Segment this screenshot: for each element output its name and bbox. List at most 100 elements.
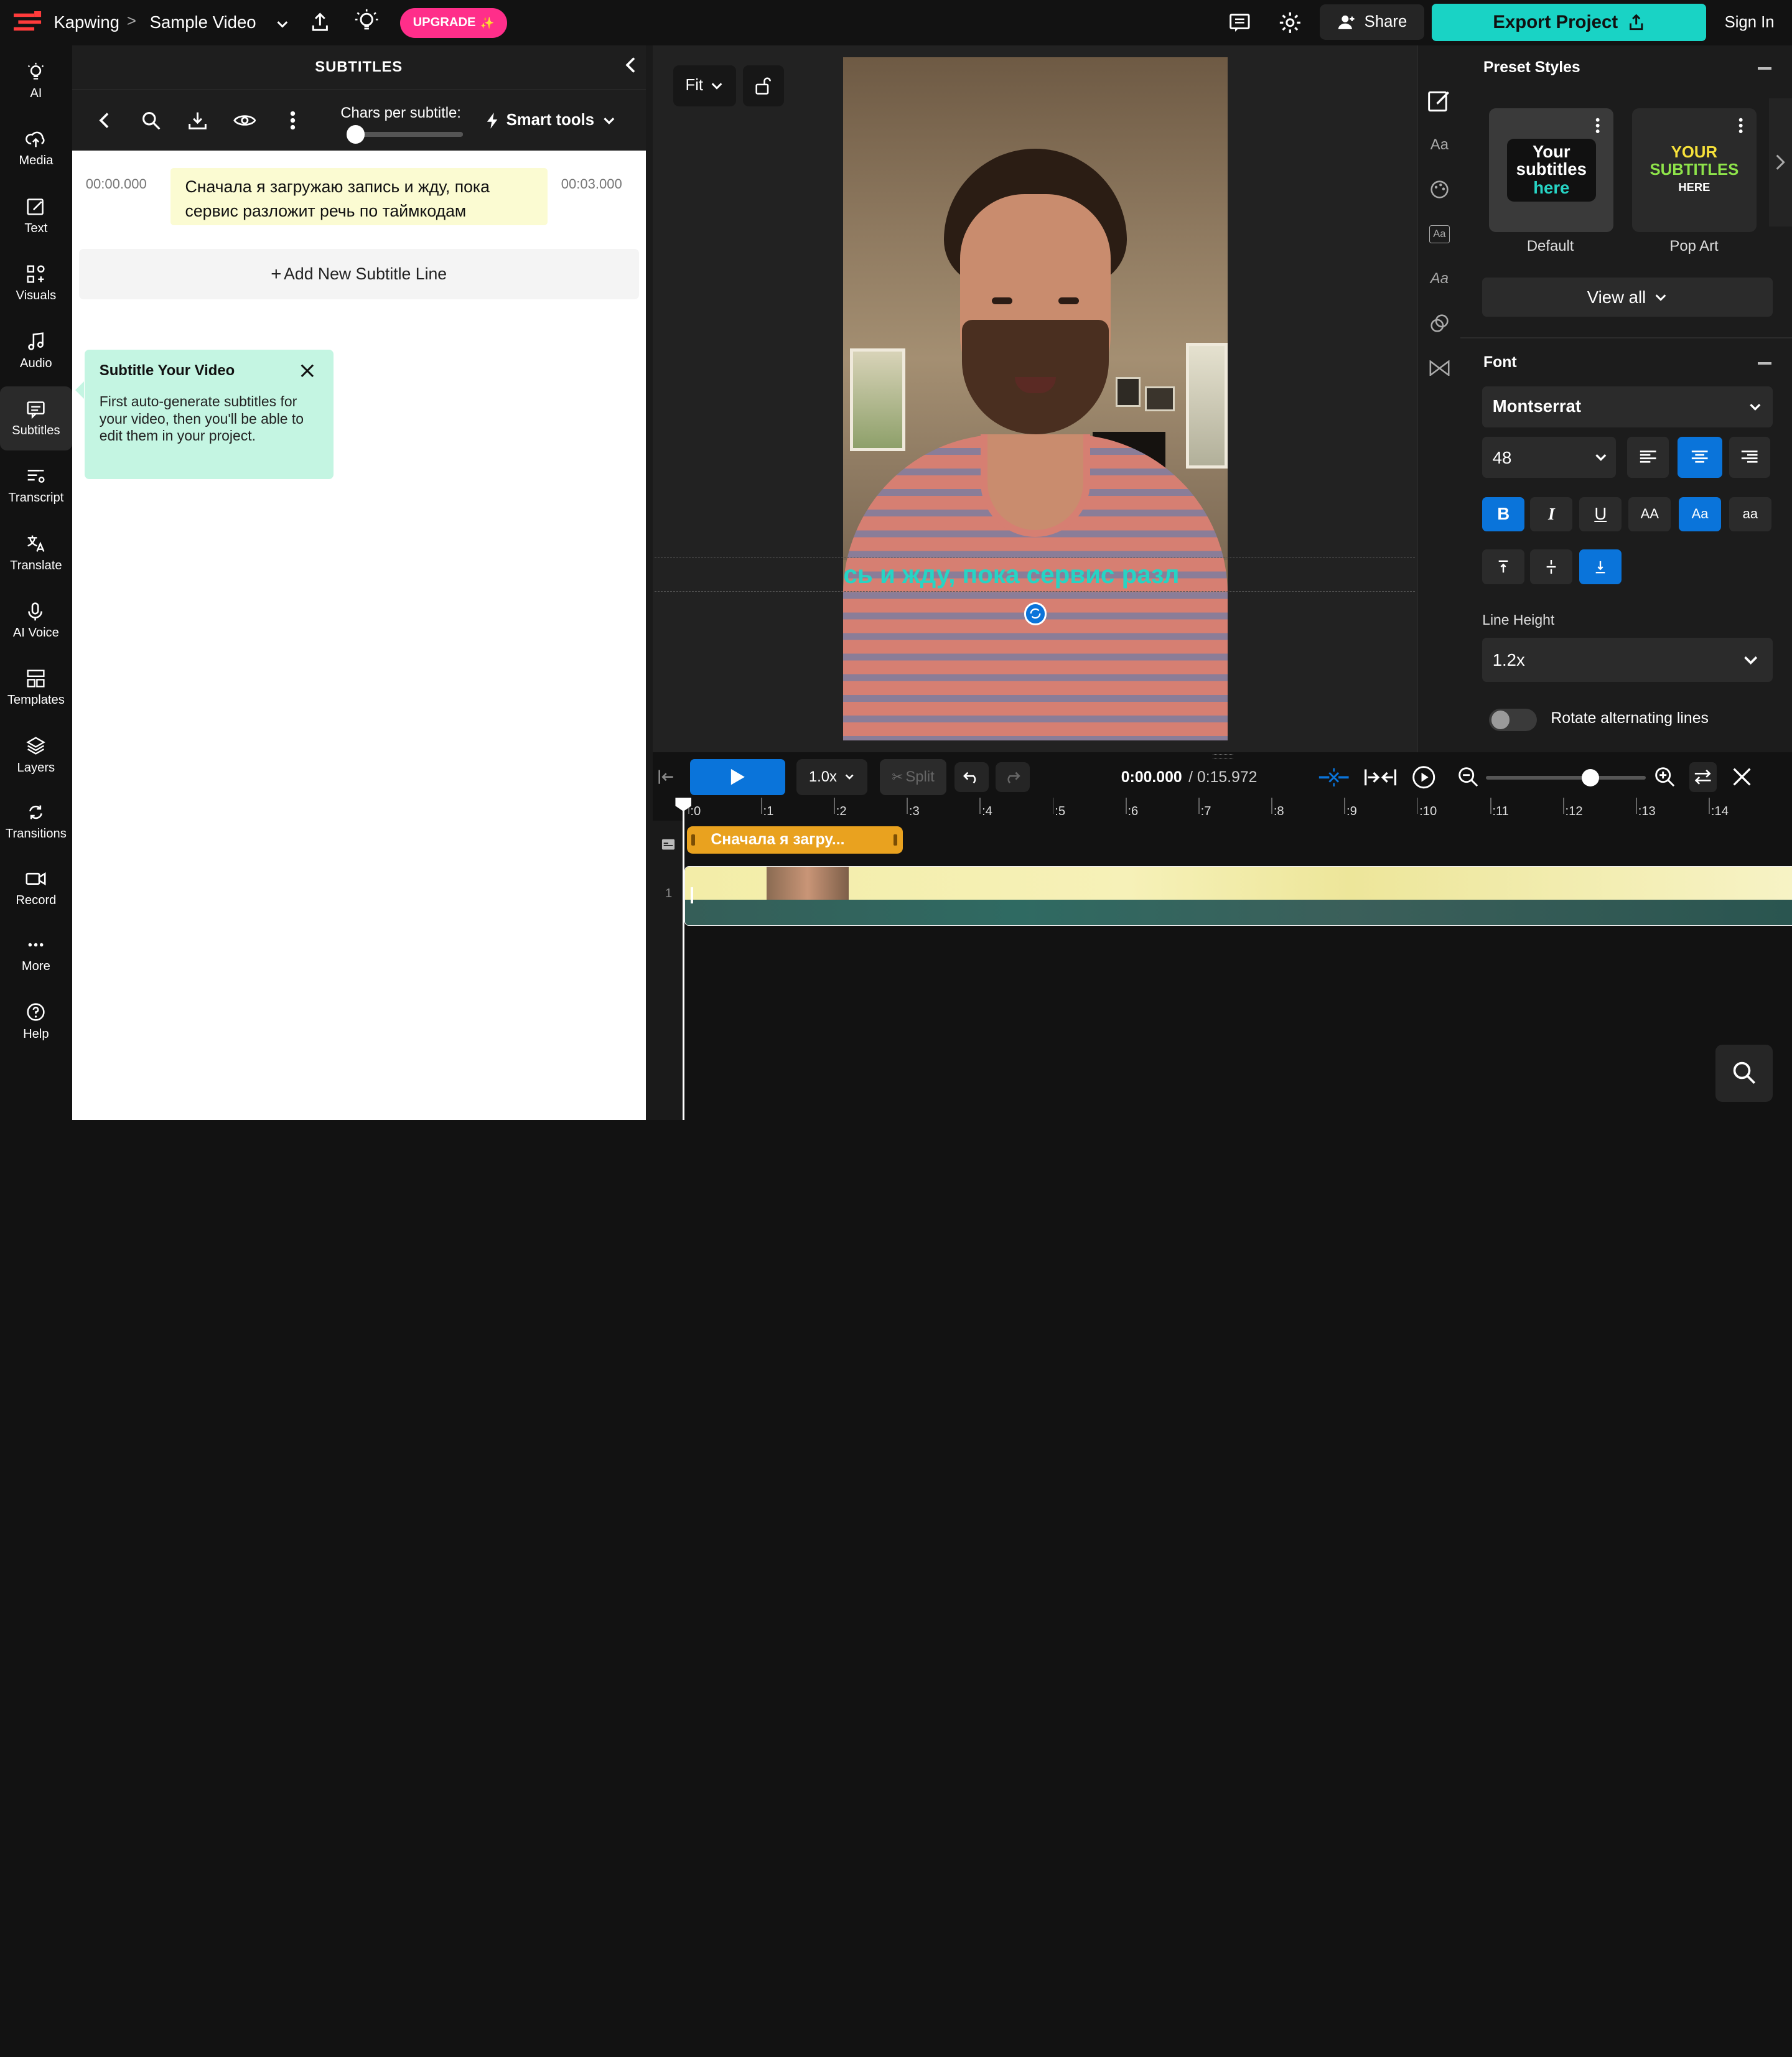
- templates-icon: [27, 669, 45, 688]
- close-icon[interactable]: [299, 362, 315, 378]
- subtitle-text-box[interactable]: Сначала я загружаю запись и жду, пока се…: [170, 167, 548, 225]
- nav-item-more[interactable]: More: [0, 922, 72, 986]
- subtitle-start-time[interactable]: 00:00.000: [86, 176, 147, 192]
- unlock-icon[interactable]: [742, 65, 784, 106]
- presets-next-arrow[interactable]: [1769, 98, 1792, 226]
- align-right-button[interactable]: [1729, 436, 1771, 478]
- titlecase-button[interactable]: Aa: [1679, 497, 1722, 532]
- transition-icon[interactable]: [1426, 354, 1453, 381]
- ruler-tick-mark: [834, 798, 835, 814]
- upgrade-button[interactable]: UPGRADE ✨: [399, 7, 508, 38]
- project-name[interactable]: Sample Video: [150, 12, 256, 32]
- lowercase-label: aa: [1742, 506, 1758, 522]
- collapse-font-icon[interactable]: [1757, 362, 1771, 365]
- eye-icon[interactable]: [231, 107, 258, 134]
- video-clip[interactable]: [684, 866, 1792, 926]
- align-center-button[interactable]: [1678, 436, 1722, 478]
- back-arrow-icon[interactable]: [90, 107, 118, 134]
- kebab-menu-icon[interactable]: [1595, 118, 1600, 139]
- font-size-dropdown[interactable]: 48: [1482, 436, 1617, 478]
- chevron-down-icon[interactable]: [274, 16, 291, 32]
- nav-item-record[interactable]: Record: [0, 856, 72, 920]
- preset-pop-art[interactable]: YOUR SUBTITLES HERE: [1631, 108, 1757, 232]
- rotate-handle-icon[interactable]: [1024, 602, 1047, 625]
- kapwing-logo-icon[interactable]: [14, 11, 44, 34]
- font-title: Font: [1483, 354, 1517, 371]
- view-all-button[interactable]: View all: [1482, 278, 1773, 317]
- search-button[interactable]: [1715, 1044, 1773, 1102]
- nav-item-transcript[interactable]: Transcript: [0, 454, 72, 518]
- nav-item-help[interactable]: Help: [0, 990, 72, 1054]
- add-subtitle-line-button[interactable]: + Add New Subtitle Line: [78, 249, 639, 300]
- subtitles-toolbar: Chars per subtitle: Smart tools: [72, 89, 646, 151]
- clip-handle-left[interactable]: [691, 834, 695, 846]
- palette-icon[interactable]: [1426, 176, 1453, 203]
- text-box-icon[interactable]: Aa: [1426, 220, 1453, 248]
- sign-in-link[interactable]: Sign In: [1725, 14, 1775, 32]
- preset-default[interactable]: Your subtitles here: [1489, 108, 1614, 232]
- chevron-down-icon: [604, 117, 615, 124]
- ruler-tick-label: :2: [836, 805, 847, 819]
- ruler-tick-mark: [1125, 798, 1127, 814]
- playhead[interactable]: [682, 798, 685, 1120]
- lightbulb-icon[interactable]: [354, 8, 379, 33]
- italic-icon: I: [1547, 504, 1555, 524]
- fit-dropdown[interactable]: Fit: [673, 65, 736, 106]
- clip-handle-right[interactable]: [894, 834, 897, 846]
- nav-item-text[interactable]: Text: [0, 184, 72, 248]
- nav-item-audio[interactable]: Audio: [0, 319, 72, 383]
- nav-item-visuals[interactable]: Visuals: [0, 251, 72, 315]
- italic-button[interactable]: I: [1530, 497, 1573, 532]
- lowercase-button[interactable]: aa: [1729, 497, 1771, 532]
- kebab-menu-icon[interactable]: [279, 107, 306, 134]
- subtitle-clip[interactable]: Сначала я загру...: [686, 826, 903, 854]
- align-left-button[interactable]: [1627, 436, 1669, 478]
- tooltip-body: First auto-generate subtitles for your v…: [99, 393, 304, 444]
- chars-per-subtitle-slider[interactable]: [346, 125, 463, 144]
- collapse-presets-icon[interactable]: [1757, 67, 1771, 70]
- line-height-dropdown[interactable]: 1.2x: [1482, 637, 1773, 683]
- valign-top-button[interactable]: [1482, 549, 1525, 584]
- subtitle-track-icon: [661, 834, 675, 850]
- subtitle-end-time[interactable]: 00:03.000: [561, 176, 622, 192]
- animation-icon[interactable]: [1426, 310, 1453, 337]
- nav-item-media[interactable]: Media: [0, 116, 72, 180]
- upload-icon[interactable]: [309, 11, 332, 34]
- collapse-panel-icon[interactable]: [620, 55, 641, 75]
- smart-tools-label: Smart tools: [506, 111, 595, 129]
- ruler-tick-mark: [1709, 798, 1710, 814]
- clip-trim-handle[interactable]: [691, 887, 694, 903]
- nav-item-layers[interactable]: Layers: [0, 724, 72, 788]
- nav-item-templates[interactable]: Templates: [0, 656, 72, 720]
- comments-icon[interactable]: [1228, 11, 1251, 34]
- rotate-alternating-toggle[interactable]: [1489, 708, 1538, 732]
- edit-icon[interactable]: [1426, 87, 1453, 114]
- slider-thumb[interactable]: [346, 125, 365, 144]
- text-style-icon[interactable]: Aa: [1426, 131, 1453, 159]
- nav-item-translate[interactable]: Translate: [0, 521, 72, 585]
- valign-middle-button[interactable]: [1530, 549, 1573, 584]
- nav-item-ai[interactable]: AI: [0, 49, 72, 113]
- kebab-menu-icon[interactable]: [1738, 118, 1743, 139]
- search-icon[interactable]: [137, 107, 164, 134]
- brand-link[interactable]: Kapwing: [54, 12, 119, 32]
- panel-resize-handle[interactable]: [645, 45, 653, 1120]
- uppercase-button[interactable]: AA: [1628, 497, 1671, 532]
- video-frame[interactable]: [843, 57, 1228, 741]
- nav-item-ai-voice[interactable]: AI Voice: [0, 589, 72, 653]
- nav-item-subtitles[interactable]: Subtitles: [0, 386, 72, 450]
- nav-item-transitions[interactable]: Transitions: [0, 790, 72, 854]
- text-effect-icon[interactable]: Aa: [1426, 265, 1453, 292]
- valign-bottom-button[interactable]: [1579, 549, 1622, 584]
- nav-label-ai: AI: [30, 86, 42, 101]
- download-icon[interactable]: [184, 107, 212, 134]
- caption-overlay[interactable]: сь и жду, пока сервис разл: [843, 557, 1227, 592]
- underline-button[interactable]: U: [1579, 497, 1622, 532]
- share-button[interactable]: Share: [1320, 4, 1424, 40]
- preset-thumb-line: HERE: [1678, 180, 1710, 194]
- font-family-dropdown[interactable]: Montserrat: [1482, 386, 1773, 427]
- export-project-button[interactable]: Export Project: [1432, 3, 1707, 42]
- smart-tools-button[interactable]: Smart tools: [486, 108, 617, 133]
- bold-button[interactable]: B: [1482, 497, 1525, 532]
- settings-gear-icon[interactable]: [1279, 11, 1302, 34]
